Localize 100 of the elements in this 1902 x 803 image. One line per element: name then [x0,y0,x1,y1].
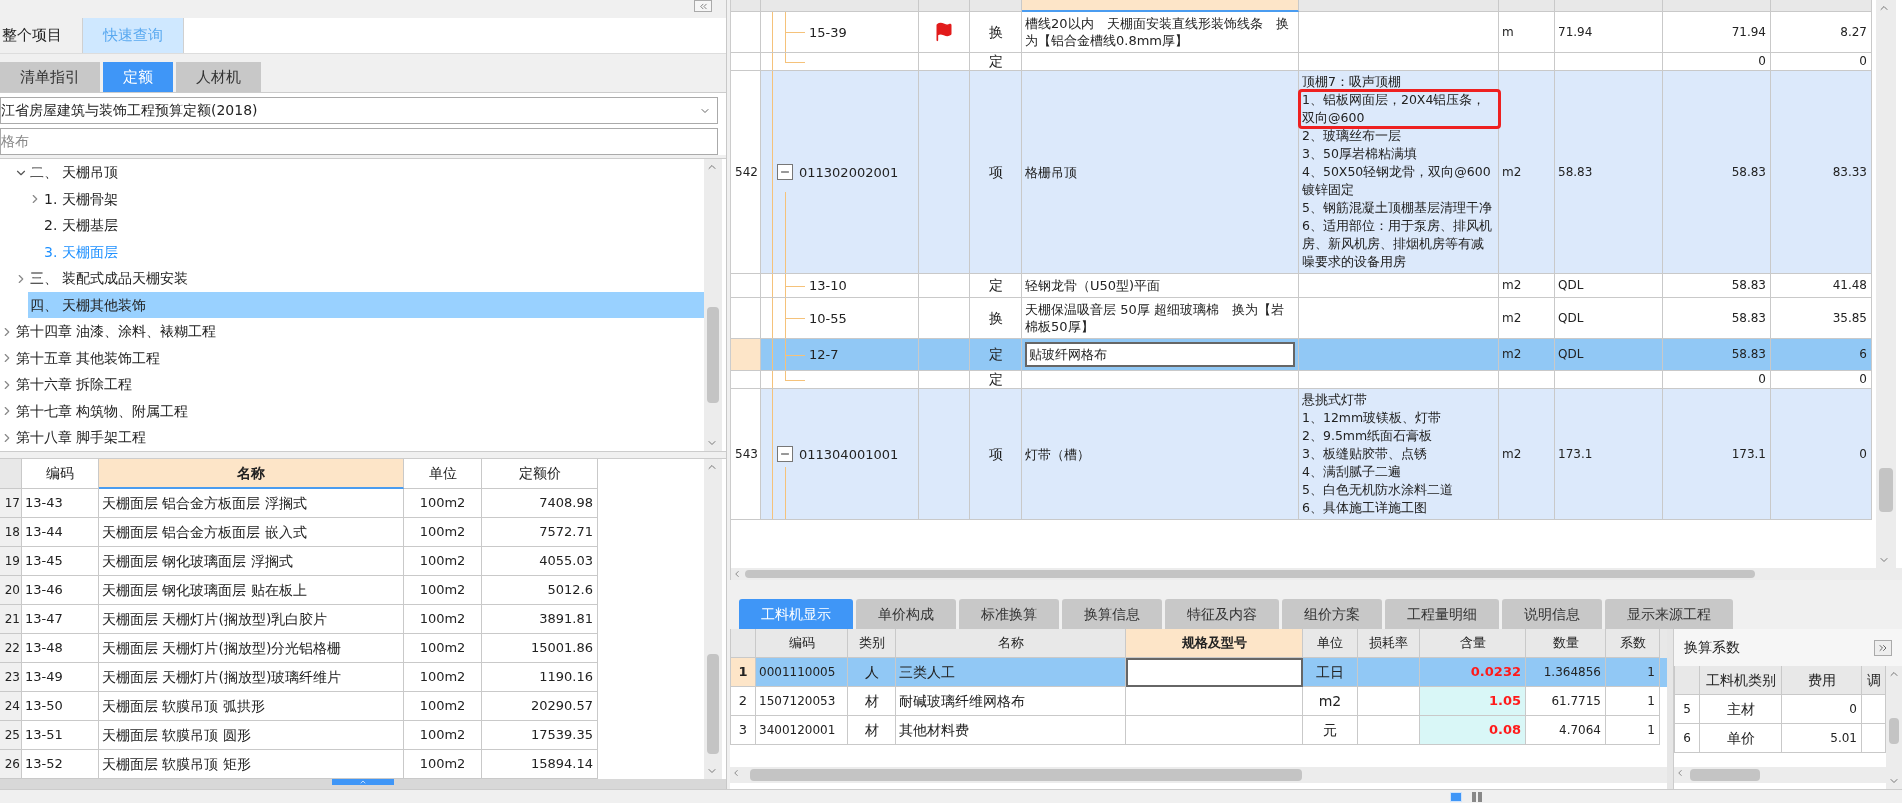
scrollbar[interactable] [704,159,722,452]
tree-item[interactable]: 第十五章 其他装饰工程 [14,344,704,372]
table-cell: 1 [1606,716,1660,745]
table-row[interactable]: 定 0 0 [731,371,1872,389]
name-input[interactable]: 贴玻纤网格布 [1025,342,1295,367]
scrollbar[interactable] [1674,767,1886,783]
search-field[interactable]: 格布 [0,128,718,156]
table-cell: 17539.35 [482,721,598,751]
table-cell: 13-49 [22,663,99,693]
splitter-handle[interactable] [332,779,394,786]
table-row[interactable]: 15-39 换 槽线20以内 天棚面安装直线形装饰线条 换为【铝合金槽线0.8mm厚】 m 71.94 71.94 8.27 [731,12,1872,53]
table-cell: 100m2 [404,721,482,751]
table-cell: 13-44 [22,518,99,548]
tree-item[interactable]: 2. 天棚基层 [42,212,704,239]
row-number-cell: 24 [0,692,22,722]
table-row[interactable]: 10-55 换 天棚保温吸音层 50厚 超细玻璃棉 换为【岩棉板50厚】 m2 QDL 58.83 35.85 [731,298,1872,339]
table-row[interactable]: 12-7 定 贴玻纤网格布 m2 QDL 58.83 6 [731,339,1872,371]
feature-line: 6、适用部位：用于泵房、排风机房、新风机房、排烟机房等有减噪要求的设备用房 [1302,218,1492,269]
row-number-cell: 23 [0,663,22,693]
scroll-left-icon[interactable] [1675,768,1685,778]
table-cell: 天棚面层 天棚灯片(搁放型)玻璃纤维片 [99,663,404,693]
table-cell: 100m2 [404,576,482,606]
feature-line: 4、50X50轻钢龙骨，双向@600镀锌固定 [1302,164,1491,197]
scroll-thumb[interactable] [750,769,1302,781]
column-header[interactable]: 名称 [99,459,404,490]
tree-item[interactable]: 第十八章 脚手架工程 [14,424,704,451]
row-number-cell: 22 [0,634,22,664]
tab[interactable]: 显示来源工程 [1605,599,1733,629]
scrollbar[interactable] [731,568,1902,580]
scrollbar[interactable] [704,459,722,780]
tree-item[interactable]: 1. 天棚骨架 [42,185,704,213]
column-header[interactable]: 工料机类别 [1700,666,1782,695]
column-header[interactable]: 单位 [404,459,482,490]
tab[interactable]: 说明信息 [1502,599,1602,629]
scrollbar[interactable] [1886,666,1902,789]
column-header[interactable]: 规格及型号 [1126,629,1303,658]
column-header[interactable]: 编码 [22,459,99,490]
table-cell: 天棚面层 天棚灯片(搁放型)分光铝格栅 [99,634,404,664]
table-row[interactable]: 13-10 定 轻钢龙骨（U50型)平面 m2 QDL 58.83 41.48 [731,274,1872,298]
tree-item[interactable]: 三、 装配式成品天棚安装 [28,265,704,292]
tree-item[interactable]: 第十四章 油漆、涂料、裱糊工程 [14,318,704,345]
tab[interactable]: 清单指引 [0,62,100,93]
scroll-thumb[interactable] [1889,718,1899,744]
library-dropdown[interactable]: 江省房屋建筑与装饰工程预算定额(2018) [0,97,718,125]
table-row[interactable]: 542 011302002001 项 格栅吊顶 顶棚7：吸声顶棚 1、铝板网面层，20X4铝压条，双向@600 2、玻璃丝布一层 3、50厚岩棉粘满填 4、50X50轻钢龙骨，双向@600镀锌固定 5、钢筋混凝土顶棚基层清理干净 6、适用部位：用于泵房、排风机房、新风机房、排烟机房等有减噪要求的设备用房 m2 58.83 58.83 83.33 [731,71,1872,274]
tab[interactable]: 特征及内容 [1165,599,1279,629]
tab[interactable]: 换算信息 [1062,599,1162,629]
row-number-cell: 20 [0,576,22,606]
feature-line: 6、具体施工详施工图 [1302,500,1427,515]
table-cell: 13-47 [22,605,99,635]
table-cell: 20290.57 [482,692,598,722]
tab[interactable]: 人材机 [176,62,261,93]
tab[interactable]: 标准换算 [959,599,1059,629]
splitter[interactable] [0,779,726,789]
table-cell: 天棚面层 钢化玻璃面层 贴在板上 [99,576,404,606]
page-view-icon[interactable] [1450,791,1462,802]
feature-line: 5、钢筋混凝土顶棚基层清理干净 [1302,200,1492,215]
scroll-thumb[interactable] [707,654,719,755]
table-cell: 100m2 [404,547,482,577]
tab[interactable]: 单价构成 [856,599,956,629]
column-header[interactable]: 费用 [1782,666,1862,695]
scroll-thumb[interactable] [1690,769,1760,781]
table-cell: 13-46 [22,576,99,606]
code-text: 15-39 [809,23,847,41]
tree-item[interactable]: 第十六章 拆除工程 [14,371,704,398]
tree-item[interactable]: 二、 天棚吊顶 [28,159,704,186]
table-row[interactable]: 定 0 0 [731,53,1872,71]
table-cell: 15001.86 [482,634,598,664]
code-text: 12-7 [809,346,839,363]
column-view-icon[interactable] [1472,791,1482,802]
scroll-left-icon[interactable] [731,768,741,778]
table-cell: 天棚面层 铝合金方板面层 嵌入式 [99,518,404,548]
row-number-cell: 25 [0,721,22,751]
feature-line: 1、12mm玻镁板、灯带 [1302,410,1442,425]
scroll-thumb[interactable] [707,307,719,404]
table-cell: 天棚面层 软膜吊顶 圆形 [99,721,404,751]
scroll-thumb[interactable] [1879,468,1893,512]
table-cell: 100m2 [404,663,482,693]
feature-line: 3、板缝贴胶带、点锈 [1302,446,1427,461]
scrollbar[interactable] [1876,0,1896,568]
dropdown-value: 江省房屋建筑与装饰工程预算定额(2018) [1,101,258,121]
tree-item[interactable]: 四、 天棚其他装饰 [28,291,704,319]
column-header[interactable]: 定额价 [482,459,598,490]
scroll-thumb[interactable] [745,570,1755,578]
scrollbar[interactable] [730,767,1667,783]
tab[interactable]: 组价方案 [1282,599,1382,629]
tab[interactable]: 工程量明细 [1385,599,1499,629]
table-row[interactable]: 543 011304001001 项 灯带（槽） 悬挑式灯带 1、12mm玻镁板、灯带 2、9.5mm纸面石膏板 3、板缝贴胶带、点锈 4、满刮腻子二遍 5、白色无机防水涂料二道 6、具体施工详施工图 m2 173.1 173.1 0 [731,389,1872,520]
collapse-icon[interactable] [777,164,793,180]
tab[interactable]: 整个项目 [0,17,83,53]
table-cell: 100m2 [404,605,482,635]
header-cell [1499,0,1555,12]
spec-input[interactable] [1126,658,1303,687]
table-cell: 0 [1782,695,1862,724]
scroll-left-icon[interactable] [732,569,742,579]
tree-item[interactable]: 第十七章 构筑物、附属工程 [14,397,704,425]
collapse-icon[interactable] [777,446,793,462]
table-row[interactable]: 1 0001110005 人 三类人工 工日 0.0232 1.364856 1 [730,658,1667,687]
table-cell: 主材 [1700,695,1782,724]
table-cell: 天棚面层 铝合金方板面层 浮搁式 [99,489,404,519]
